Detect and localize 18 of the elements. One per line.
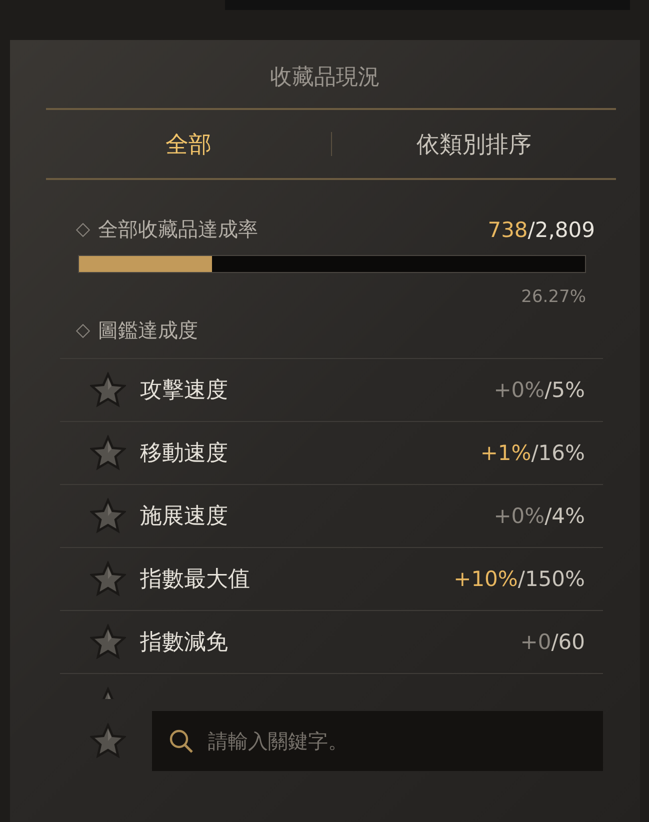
stat-value: +0%/4% xyxy=(494,504,585,528)
tab[interactable]: 依類別排序 xyxy=(332,128,616,160)
stat-name: 指數減免 xyxy=(140,629,228,657)
panel-title: 收藏品現況 xyxy=(269,64,381,92)
section-label: 圖鑑達成度 xyxy=(98,317,198,344)
collection-count: 738/2,809 xyxy=(488,218,595,242)
stat-name: 攻擊速度 xyxy=(140,377,228,405)
stat-name: 指數最大值 xyxy=(140,566,250,594)
percent-text: 26.27% xyxy=(520,287,586,307)
tab[interactable]: 全部 xyxy=(46,128,330,160)
search-field[interactable]: 請輸入關鍵字。 xyxy=(152,711,603,771)
section-label: 全部收藏品達成率 xyxy=(98,216,258,243)
stat-value: +0/60 xyxy=(520,630,585,654)
stat-value: +1%/16% xyxy=(480,441,585,465)
stat-name: 施展速度 xyxy=(140,503,228,531)
stat-value: +0%/5% xyxy=(494,378,585,402)
stat-value: +10%/150% xyxy=(454,567,585,591)
stat-name: 移動速度 xyxy=(140,440,228,468)
